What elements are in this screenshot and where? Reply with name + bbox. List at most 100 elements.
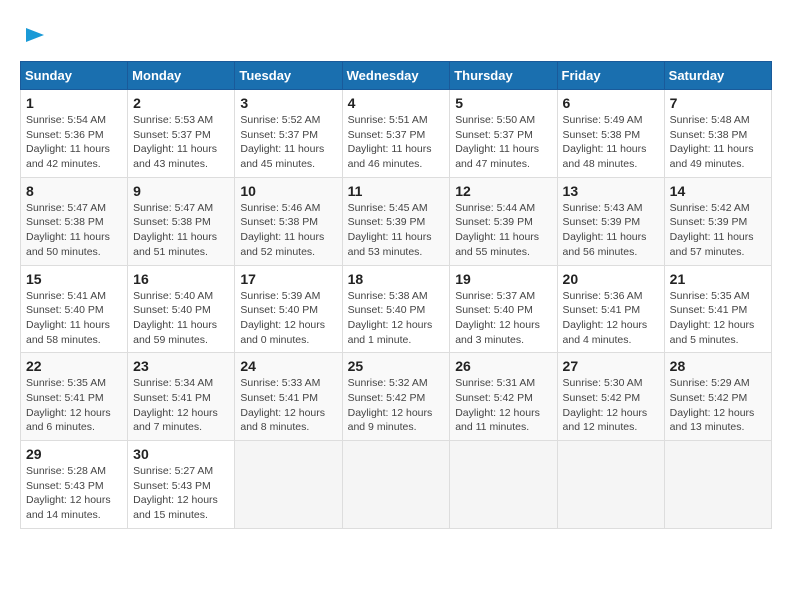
day-detail: Sunrise: 5:28 AM Sunset: 5:43 PM Dayligh… xyxy=(26,464,122,523)
calendar-day-cell: 21 Sunrise: 5:35 AM Sunset: 5:41 PM Dayl… xyxy=(664,265,771,353)
calendar-day-cell xyxy=(557,441,664,529)
calendar-day-cell: 19 Sunrise: 5:37 AM Sunset: 5:40 PM Dayl… xyxy=(450,265,557,353)
day-number: 4 xyxy=(348,95,445,111)
day-number: 19 xyxy=(455,271,551,287)
day-detail: Sunrise: 5:54 AM Sunset: 5:36 PM Dayligh… xyxy=(26,113,122,172)
day-detail: Sunrise: 5:45 AM Sunset: 5:39 PM Dayligh… xyxy=(348,201,445,260)
weekday-header-thursday: Thursday xyxy=(450,62,557,90)
calendar-day-cell: 23 Sunrise: 5:34 AM Sunset: 5:41 PM Dayl… xyxy=(128,353,235,441)
day-detail: Sunrise: 5:33 AM Sunset: 5:41 PM Dayligh… xyxy=(240,376,336,435)
calendar-day-cell: 13 Sunrise: 5:43 AM Sunset: 5:39 PM Dayl… xyxy=(557,177,664,265)
calendar-day-cell: 18 Sunrise: 5:38 AM Sunset: 5:40 PM Dayl… xyxy=(342,265,450,353)
day-number: 14 xyxy=(670,183,766,199)
day-detail: Sunrise: 5:34 AM Sunset: 5:41 PM Dayligh… xyxy=(133,376,229,435)
day-detail: Sunrise: 5:42 AM Sunset: 5:39 PM Dayligh… xyxy=(670,201,766,260)
day-number: 28 xyxy=(670,358,766,374)
day-detail: Sunrise: 5:47 AM Sunset: 5:38 PM Dayligh… xyxy=(133,201,229,260)
day-detail: Sunrise: 5:39 AM Sunset: 5:40 PM Dayligh… xyxy=(240,289,336,348)
calendar-week-row: 15 Sunrise: 5:41 AM Sunset: 5:40 PM Dayl… xyxy=(21,265,772,353)
day-detail: Sunrise: 5:38 AM Sunset: 5:40 PM Dayligh… xyxy=(348,289,445,348)
day-number: 15 xyxy=(26,271,122,287)
weekday-header-tuesday: Tuesday xyxy=(235,62,342,90)
calendar-body: 1 Sunrise: 5:54 AM Sunset: 5:36 PM Dayli… xyxy=(21,90,772,529)
calendar-week-row: 8 Sunrise: 5:47 AM Sunset: 5:38 PM Dayli… xyxy=(21,177,772,265)
calendar-day-cell: 10 Sunrise: 5:46 AM Sunset: 5:38 PM Dayl… xyxy=(235,177,342,265)
day-detail: Sunrise: 5:40 AM Sunset: 5:40 PM Dayligh… xyxy=(133,289,229,348)
weekday-header-monday: Monday xyxy=(128,62,235,90)
day-detail: Sunrise: 5:44 AM Sunset: 5:39 PM Dayligh… xyxy=(455,201,551,260)
calendar-day-cell: 9 Sunrise: 5:47 AM Sunset: 5:38 PM Dayli… xyxy=(128,177,235,265)
calendar-day-cell: 11 Sunrise: 5:45 AM Sunset: 5:39 PM Dayl… xyxy=(342,177,450,265)
day-number: 5 xyxy=(455,95,551,111)
day-detail: Sunrise: 5:41 AM Sunset: 5:40 PM Dayligh… xyxy=(26,289,122,348)
calendar-day-cell: 15 Sunrise: 5:41 AM Sunset: 5:40 PM Dayl… xyxy=(21,265,128,353)
day-number: 17 xyxy=(240,271,336,287)
logo xyxy=(20,20,46,51)
day-number: 24 xyxy=(240,358,336,374)
calendar-day-cell: 28 Sunrise: 5:29 AM Sunset: 5:42 PM Dayl… xyxy=(664,353,771,441)
day-detail: Sunrise: 5:52 AM Sunset: 5:37 PM Dayligh… xyxy=(240,113,336,172)
calendar-day-cell: 25 Sunrise: 5:32 AM Sunset: 5:42 PM Dayl… xyxy=(342,353,450,441)
calendar-table: SundayMondayTuesdayWednesdayThursdayFrid… xyxy=(20,61,772,529)
day-number: 12 xyxy=(455,183,551,199)
calendar-day-cell: 7 Sunrise: 5:48 AM Sunset: 5:38 PM Dayli… xyxy=(664,90,771,178)
calendar-day-cell: 14 Sunrise: 5:42 AM Sunset: 5:39 PM Dayl… xyxy=(664,177,771,265)
day-number: 18 xyxy=(348,271,445,287)
weekday-header-sunday: Sunday xyxy=(21,62,128,90)
calendar-week-row: 22 Sunrise: 5:35 AM Sunset: 5:41 PM Dayl… xyxy=(21,353,772,441)
calendar-day-cell: 24 Sunrise: 5:33 AM Sunset: 5:41 PM Dayl… xyxy=(235,353,342,441)
day-detail: Sunrise: 5:43 AM Sunset: 5:39 PM Dayligh… xyxy=(563,201,659,260)
day-detail: Sunrise: 5:50 AM Sunset: 5:37 PM Dayligh… xyxy=(455,113,551,172)
calendar-day-cell xyxy=(342,441,450,529)
day-detail: Sunrise: 5:31 AM Sunset: 5:42 PM Dayligh… xyxy=(455,376,551,435)
calendar-week-row: 1 Sunrise: 5:54 AM Sunset: 5:36 PM Dayli… xyxy=(21,90,772,178)
calendar-day-cell: 26 Sunrise: 5:31 AM Sunset: 5:42 PM Dayl… xyxy=(450,353,557,441)
day-detail: Sunrise: 5:36 AM Sunset: 5:41 PM Dayligh… xyxy=(563,289,659,348)
calendar-day-cell: 12 Sunrise: 5:44 AM Sunset: 5:39 PM Dayl… xyxy=(450,177,557,265)
day-detail: Sunrise: 5:53 AM Sunset: 5:37 PM Dayligh… xyxy=(133,113,229,172)
calendar-day-cell: 6 Sunrise: 5:49 AM Sunset: 5:38 PM Dayli… xyxy=(557,90,664,178)
calendar-day-cell xyxy=(235,441,342,529)
weekday-header-friday: Friday xyxy=(557,62,664,90)
calendar-week-row: 29 Sunrise: 5:28 AM Sunset: 5:43 PM Dayl… xyxy=(21,441,772,529)
day-number: 26 xyxy=(455,358,551,374)
day-detail: Sunrise: 5:49 AM Sunset: 5:38 PM Dayligh… xyxy=(563,113,659,172)
day-number: 21 xyxy=(670,271,766,287)
day-detail: Sunrise: 5:47 AM Sunset: 5:38 PM Dayligh… xyxy=(26,201,122,260)
day-number: 29 xyxy=(26,446,122,462)
day-detail: Sunrise: 5:32 AM Sunset: 5:42 PM Dayligh… xyxy=(348,376,445,435)
day-number: 22 xyxy=(26,358,122,374)
calendar-day-cell: 4 Sunrise: 5:51 AM Sunset: 5:37 PM Dayli… xyxy=(342,90,450,178)
calendar-day-cell: 17 Sunrise: 5:39 AM Sunset: 5:40 PM Dayl… xyxy=(235,265,342,353)
day-number: 3 xyxy=(240,95,336,111)
calendar-day-cell: 29 Sunrise: 5:28 AM Sunset: 5:43 PM Dayl… xyxy=(21,441,128,529)
day-number: 20 xyxy=(563,271,659,287)
day-detail: Sunrise: 5:27 AM Sunset: 5:43 PM Dayligh… xyxy=(133,464,229,523)
calendar-day-cell xyxy=(664,441,771,529)
day-detail: Sunrise: 5:35 AM Sunset: 5:41 PM Dayligh… xyxy=(670,289,766,348)
day-detail: Sunrise: 5:29 AM Sunset: 5:42 PM Dayligh… xyxy=(670,376,766,435)
day-number: 7 xyxy=(670,95,766,111)
day-detail: Sunrise: 5:35 AM Sunset: 5:41 PM Dayligh… xyxy=(26,376,122,435)
day-detail: Sunrise: 5:48 AM Sunset: 5:38 PM Dayligh… xyxy=(670,113,766,172)
day-number: 10 xyxy=(240,183,336,199)
calendar-day-cell: 5 Sunrise: 5:50 AM Sunset: 5:37 PM Dayli… xyxy=(450,90,557,178)
calendar-day-cell: 8 Sunrise: 5:47 AM Sunset: 5:38 PM Dayli… xyxy=(21,177,128,265)
calendar-header-row: SundayMondayTuesdayWednesdayThursdayFrid… xyxy=(21,62,772,90)
day-number: 16 xyxy=(133,271,229,287)
day-number: 27 xyxy=(563,358,659,374)
day-number: 30 xyxy=(133,446,229,462)
day-number: 6 xyxy=(563,95,659,111)
calendar-day-cell: 22 Sunrise: 5:35 AM Sunset: 5:41 PM Dayl… xyxy=(21,353,128,441)
day-number: 23 xyxy=(133,358,229,374)
day-number: 2 xyxy=(133,95,229,111)
day-detail: Sunrise: 5:46 AM Sunset: 5:38 PM Dayligh… xyxy=(240,201,336,260)
day-number: 8 xyxy=(26,183,122,199)
day-detail: Sunrise: 5:30 AM Sunset: 5:42 PM Dayligh… xyxy=(563,376,659,435)
day-number: 9 xyxy=(133,183,229,199)
page-header xyxy=(20,20,772,51)
day-number: 13 xyxy=(563,183,659,199)
calendar-day-cell: 16 Sunrise: 5:40 AM Sunset: 5:40 PM Dayl… xyxy=(128,265,235,353)
calendar-day-cell: 20 Sunrise: 5:36 AM Sunset: 5:41 PM Dayl… xyxy=(557,265,664,353)
day-number: 25 xyxy=(348,358,445,374)
